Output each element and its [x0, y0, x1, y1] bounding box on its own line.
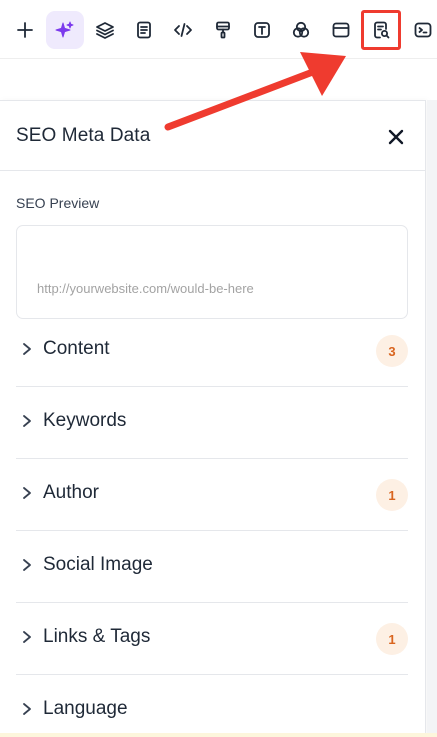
- chevron-right-icon: [21, 413, 33, 429]
- section-label: Language: [43, 698, 128, 719]
- section-social-image[interactable]: Social Image: [16, 531, 408, 603]
- close-icon: [388, 129, 404, 145]
- chevron-right-icon: [21, 557, 33, 573]
- layers-button[interactable]: [86, 11, 124, 49]
- panel-header: SEO Meta Data: [0, 101, 426, 171]
- chevron-right-icon: [21, 629, 33, 645]
- section-links-tags[interactable]: Links & Tags 1: [16, 603, 408, 675]
- issue-count-badge: 3: [376, 335, 408, 367]
- chevron-right-icon: [21, 341, 33, 357]
- terminal-icon: [414, 22, 432, 38]
- circles-icon: [292, 21, 310, 38]
- plus-icon: [17, 22, 33, 38]
- styles-button[interactable]: [204, 11, 242, 49]
- bottom-edge: [0, 733, 437, 737]
- issue-count-badge: 1: [376, 623, 408, 655]
- seo-preview-label: SEO Preview: [16, 195, 100, 211]
- paint-roller-icon: [216, 21, 230, 39]
- section-label: Author: [43, 482, 99, 503]
- seo-preview-card: http://yourwebsite.com/would-be-here: [16, 225, 408, 319]
- add-button[interactable]: [6, 11, 44, 49]
- ai-assistant-button[interactable]: [46, 11, 84, 49]
- code-icon: [174, 23, 192, 37]
- seo-search-icon: [374, 21, 390, 39]
- toolbar-subbar: [0, 58, 437, 100]
- preview-url: http://yourwebsite.com/would-be-here: [37, 281, 254, 296]
- pages-button[interactable]: [125, 11, 163, 49]
- section-label: Keywords: [43, 410, 127, 431]
- section-author[interactable]: Author 1: [16, 459, 408, 531]
- chevron-right-icon: [21, 485, 33, 501]
- code-button[interactable]: [164, 11, 202, 49]
- panel-scrollbar[interactable]: [427, 100, 437, 737]
- seo-meta-panel: SEO Meta Data SEO Preview http://yourweb…: [0, 100, 426, 737]
- section-label: Content: [43, 338, 110, 359]
- layout-button[interactable]: [322, 11, 360, 49]
- browser-window-icon: [332, 22, 350, 38]
- console-button[interactable]: [404, 11, 437, 49]
- close-button[interactable]: [384, 125, 408, 149]
- layers-icon: [96, 22, 114, 39]
- sparkles-icon: [55, 21, 74, 38]
- section-keywords[interactable]: Keywords: [16, 387, 408, 459]
- section-label: Links & Tags: [43, 626, 151, 647]
- page-icon: [137, 21, 151, 39]
- section-content[interactable]: Content 3: [16, 315, 408, 387]
- typography-button[interactable]: [243, 11, 281, 49]
- editor-toolbar: [0, 0, 437, 58]
- issue-count-badge: 1: [376, 479, 408, 511]
- section-language[interactable]: Language: [16, 675, 408, 737]
- seo-button[interactable]: [361, 10, 401, 50]
- color-modes-button[interactable]: [282, 11, 320, 49]
- text-icon: [254, 22, 270, 38]
- chevron-right-icon: [21, 701, 33, 717]
- section-label: Social Image: [43, 554, 153, 575]
- panel-title: SEO Meta Data: [16, 125, 151, 146]
